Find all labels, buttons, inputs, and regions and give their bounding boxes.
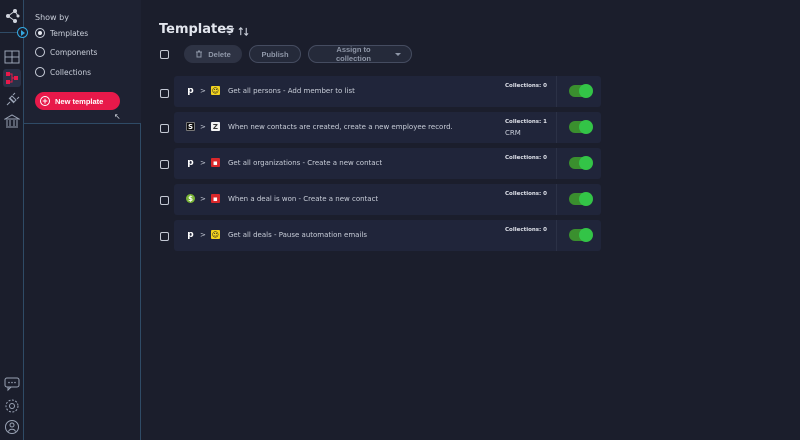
dashboard-icon[interactable] (3, 48, 21, 66)
main-content: Templates Delete Publish Assign to colle… (141, 0, 800, 440)
radio-label: Templates (50, 28, 89, 38)
integration-logos: $ > ▪ (186, 194, 220, 203)
pipedrive-icon: p (187, 85, 194, 96)
radio-label: Collections (50, 67, 92, 77)
show-by-label: Show by (35, 13, 69, 22)
left-rail (0, 0, 24, 440)
bank-icon[interactable] (3, 112, 21, 130)
collections-count: Collections: 0 (505, 83, 547, 89)
plus-icon: + (40, 96, 50, 106)
row-description: When new contacts are created, create a … (228, 123, 453, 131)
enable-toggle[interactable] (569, 156, 593, 170)
collections-count: Collections: 0 (505, 227, 547, 233)
table-row[interactable]: S > Z When new contacts are created, cre… (174, 112, 601, 143)
delete-button[interactable]: Delete (184, 45, 242, 63)
row-arrow: > (200, 158, 206, 167)
row-divider (556, 148, 557, 179)
row-divider (556, 220, 557, 251)
filter-panel: Show by Templates Components Collections… (24, 0, 141, 440)
radio-label: Components (50, 47, 98, 57)
row-description: Get all organizations - Create a new con… (228, 159, 383, 167)
collections-count: Collections: 0 (505, 155, 547, 161)
radio-button[interactable] (35, 47, 45, 57)
mailchimp-icon: ☺ (210, 230, 220, 239)
row-arrow: > (200, 122, 206, 131)
collections-count: Collections: 0 (505, 191, 547, 197)
mouse-cursor-icon: ↖ (114, 112, 121, 121)
table-row[interactable]: p > ☺ Get all deals - Pause automation e… (174, 220, 601, 251)
row-checkbox[interactable] (160, 89, 169, 98)
collection-name: CRM (505, 129, 521, 137)
table-row[interactable]: p > ▪ Get all organizations - Create a n… (174, 148, 601, 179)
chat-icon[interactable] (3, 375, 21, 393)
row-checkbox[interactable] (160, 232, 169, 241)
pipefy-icon: Z (210, 122, 220, 131)
integration-logos: S > Z (186, 122, 220, 131)
table-row[interactable]: $ > ▪ When a deal is won - Create a new … (174, 184, 601, 215)
pipedrive-icon: p (187, 229, 194, 240)
publish-button[interactable]: Publish (249, 45, 301, 63)
publish-label: Publish (261, 49, 289, 59)
radio-collections[interactable]: Collections (35, 67, 91, 77)
user-icon[interactable] (3, 418, 21, 436)
radio-templates[interactable]: Templates (35, 28, 88, 38)
bar-chart-icon: ▪ (210, 194, 220, 203)
row-checkbox[interactable] (160, 160, 169, 169)
row-description: When a deal is won - Create a new contac… (228, 195, 379, 203)
squarespace-icon: S (186, 122, 195, 131)
radio-button-checked[interactable] (35, 28, 45, 38)
enable-toggle[interactable] (569, 228, 593, 242)
chevron-down-icon (395, 52, 401, 56)
radio-components[interactable]: Components (35, 47, 97, 57)
filter-icon[interactable] (224, 22, 235, 41)
row-description: Get all persons - Add member to list (228, 87, 355, 95)
sort-icon[interactable] (238, 22, 249, 41)
new-template-button[interactable]: + New template (35, 92, 120, 110)
delete-label: Delete (208, 49, 231, 59)
pipedrive-icon: p (187, 157, 194, 168)
title-icons (224, 22, 249, 41)
row-arrow: > (200, 194, 206, 203)
row-arrow: > (200, 230, 206, 239)
integration-logos: p > ☺ (186, 85, 220, 96)
share-network-icon[interactable] (3, 7, 21, 25)
row-checkbox[interactable] (160, 124, 169, 133)
row-divider (556, 184, 557, 215)
bar-chart-icon: ▪ (210, 158, 220, 167)
row-description: Get all deals - Pause automation emails (228, 231, 367, 239)
enable-toggle[interactable] (569, 120, 593, 134)
row-divider (556, 112, 557, 143)
page-title: Templates (159, 22, 234, 37)
radio-button[interactable] (35, 67, 45, 77)
row-checkbox[interactable] (160, 196, 169, 205)
green-circle-icon: $ (186, 194, 195, 203)
mailchimp-icon: ☺ (210, 86, 220, 95)
templates-icon[interactable] (3, 69, 21, 87)
plug-icon[interactable] (3, 91, 21, 109)
enable-toggle[interactable] (569, 84, 593, 98)
gear-icon[interactable] (3, 397, 21, 415)
collections-count: Collections: 1 (505, 119, 547, 125)
toolbar: Delete Publish Assign to collection (184, 45, 412, 63)
enable-toggle[interactable] (569, 192, 593, 206)
integration-logos: p > ▪ (186, 157, 220, 168)
select-all-checkbox[interactable] (160, 50, 169, 59)
show-by-box: Show by Templates Components Collections… (24, 0, 141, 124)
integration-logos: p > ☺ (186, 229, 220, 240)
assign-to-collection-dropdown[interactable]: Assign to collection (308, 45, 412, 63)
expand-panel-button[interactable] (17, 27, 28, 38)
table-row[interactable]: p > ☺ Get all persons - Add member to li… (174, 76, 601, 107)
assign-label: Assign to collection (335, 45, 371, 63)
row-arrow: > (200, 86, 206, 95)
trash-icon (196, 50, 203, 58)
new-template-label: New template (55, 96, 104, 106)
row-divider (556, 76, 557, 107)
